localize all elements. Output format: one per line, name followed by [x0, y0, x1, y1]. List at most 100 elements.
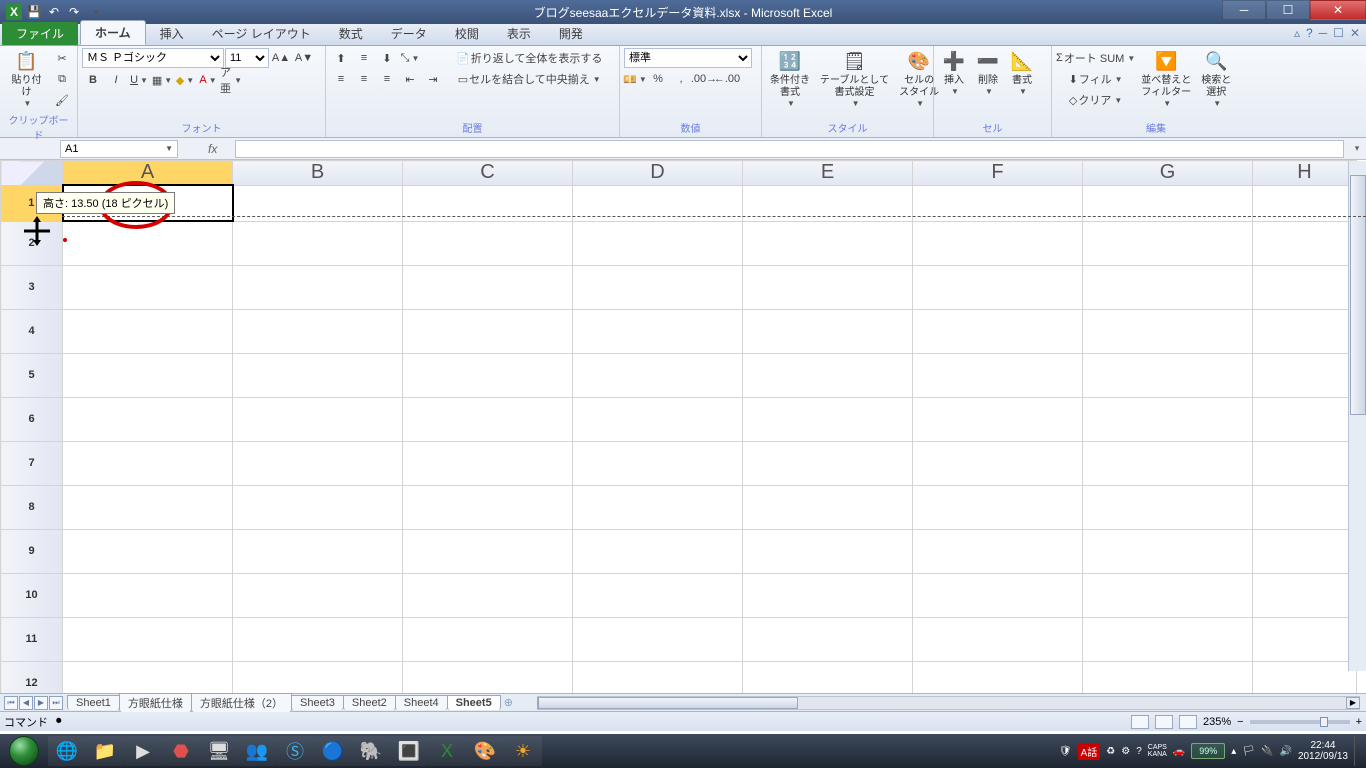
cell[interactable]	[913, 441, 1083, 485]
cell[interactable]	[63, 485, 233, 529]
cell[interactable]	[573, 441, 743, 485]
taskbar-app-icon[interactable]: ⬣	[162, 736, 200, 766]
cell[interactable]	[403, 441, 573, 485]
cell[interactable]	[913, 661, 1083, 693]
zoom-in-icon[interactable]: +	[1356, 716, 1362, 728]
cell[interactable]	[63, 617, 233, 661]
row-header-11[interactable]: 11	[1, 617, 63, 661]
cell[interactable]	[63, 265, 233, 309]
cell[interactable]	[573, 485, 743, 529]
sheet-nav-prev-icon[interactable]: ◀	[19, 696, 33, 710]
row-header-2[interactable]: 2	[1, 221, 63, 265]
conditional-format-button[interactable]: 🔢条件付き 書式▼	[766, 48, 814, 111]
cell[interactable]	[403, 221, 573, 265]
italic-button[interactable]: I	[105, 70, 127, 90]
cell[interactable]	[913, 353, 1083, 397]
cell[interactable]	[913, 529, 1083, 573]
cell[interactable]	[233, 617, 403, 661]
tab-formulas[interactable]: 数式	[325, 22, 377, 45]
cell[interactable]	[573, 309, 743, 353]
cell[interactable]	[573, 573, 743, 617]
find-select-button[interactable]: 🔍検索と 選択▼	[1197, 48, 1235, 111]
cut-icon[interactable]: ✂	[51, 48, 73, 68]
cell[interactable]	[1083, 309, 1253, 353]
cell[interactable]	[233, 485, 403, 529]
increase-decimal-icon[interactable]: .00→	[693, 69, 715, 89]
cell[interactable]	[1083, 617, 1253, 661]
start-button[interactable]	[0, 734, 48, 768]
taskbar-explorer-icon[interactable]: 📁	[86, 736, 124, 766]
taskbar-paint-icon[interactable]: 🎨	[466, 736, 504, 766]
sheet-tab[interactable]: Sheet2	[343, 695, 396, 710]
insert-cells-button[interactable]: ➕挿入▼	[938, 48, 970, 99]
cell[interactable]	[913, 397, 1083, 441]
vscroll-thumb[interactable]	[1350, 175, 1366, 415]
fill-button[interactable]: ⬇ フィル▼	[1056, 69, 1135, 89]
row-header-12[interactable]: 12	[1, 661, 63, 693]
cell[interactable]	[233, 573, 403, 617]
tab-data[interactable]: データ	[377, 22, 441, 45]
taskbar-skype-icon[interactable]: Ⓢ	[276, 736, 314, 766]
redo-icon[interactable]: ↷	[66, 4, 82, 20]
view-page-layout-icon[interactable]	[1155, 715, 1173, 729]
fill-color-button[interactable]: ◆▼	[174, 70, 196, 90]
taskbar-clock[interactable]: 22:442012/09/13	[1298, 740, 1348, 762]
copy-icon[interactable]: ⧉	[51, 69, 73, 89]
cell[interactable]	[573, 617, 743, 661]
tray-icon[interactable]: ♻	[1106, 746, 1115, 757]
cell[interactable]	[1253, 221, 1357, 265]
border-button[interactable]: ▦▼	[151, 70, 173, 90]
taskbar-media-icon[interactable]: ▶	[124, 736, 162, 766]
cell[interactable]	[1253, 573, 1357, 617]
tab-page-layout[interactable]: ページ レイアウト	[198, 22, 325, 45]
new-sheet-icon[interactable]: ⊕	[500, 696, 517, 709]
cell[interactable]	[403, 661, 573, 693]
cell[interactable]	[63, 441, 233, 485]
autosum-button[interactable]: Σ オート SUM▼	[1056, 48, 1135, 68]
cell[interactable]	[1253, 617, 1357, 661]
col-header-h[interactable]: H	[1253, 161, 1357, 186]
wrap-text-button[interactable]: 📄 折り返して全体を表示する	[452, 48, 606, 68]
align-left-icon[interactable]: ≡	[330, 69, 352, 89]
undo-icon[interactable]: ↶	[46, 4, 62, 20]
row-header-3[interactable]: 3	[1, 265, 63, 309]
help-icon[interactable]: ?	[1306, 26, 1313, 40]
close-button[interactable]: ✕	[1310, 0, 1366, 20]
tray-car-icon[interactable]: 🚗	[1173, 746, 1185, 757]
orientation-icon[interactable]: ⤡▼	[399, 48, 421, 68]
cell[interactable]	[233, 661, 403, 693]
select-all-corner[interactable]	[1, 161, 63, 186]
vertical-scrollbar[interactable]	[1348, 161, 1366, 671]
tab-view[interactable]: 表示	[493, 22, 545, 45]
cell[interactable]	[403, 485, 573, 529]
zoom-thumb[interactable]	[1320, 717, 1328, 727]
cell[interactable]	[63, 529, 233, 573]
cell[interactable]	[1253, 529, 1357, 573]
sheet-tab-active[interactable]: Sheet5	[447, 695, 501, 710]
cell[interactable]	[63, 573, 233, 617]
cell[interactable]	[743, 265, 913, 309]
cell[interactable]	[743, 309, 913, 353]
cell[interactable]	[403, 529, 573, 573]
sheet-nav-first-icon[interactable]: ⏮	[4, 696, 18, 710]
cell[interactable]	[403, 573, 573, 617]
cell[interactable]	[1253, 485, 1357, 529]
taskbar-ie-icon[interactable]: 🌐	[48, 736, 86, 766]
cell[interactable]	[743, 441, 913, 485]
hscroll-right-icon[interactable]: ▶	[1346, 697, 1360, 709]
cell[interactable]	[913, 617, 1083, 661]
tray-icon[interactable]: ⚙	[1121, 746, 1130, 757]
sheet-tab[interactable]: 方眼紙仕様（2）	[191, 693, 292, 712]
action-center-icon[interactable]: 🏳	[1242, 746, 1255, 757]
tab-file[interactable]: ファイル	[2, 22, 78, 45]
number-format-select[interactable]: 標準	[624, 48, 752, 68]
view-page-break-icon[interactable]	[1179, 715, 1197, 729]
currency-icon[interactable]: 💴▼	[624, 69, 646, 89]
hscroll-thumb[interactable]	[538, 697, 798, 709]
cell[interactable]	[573, 221, 743, 265]
cell[interactable]	[63, 353, 233, 397]
format-cells-button[interactable]: 📐書式▼	[1006, 48, 1038, 99]
formula-input[interactable]	[235, 140, 1344, 158]
cell[interactable]	[913, 573, 1083, 617]
show-desktop-button[interactable]	[1354, 736, 1362, 766]
